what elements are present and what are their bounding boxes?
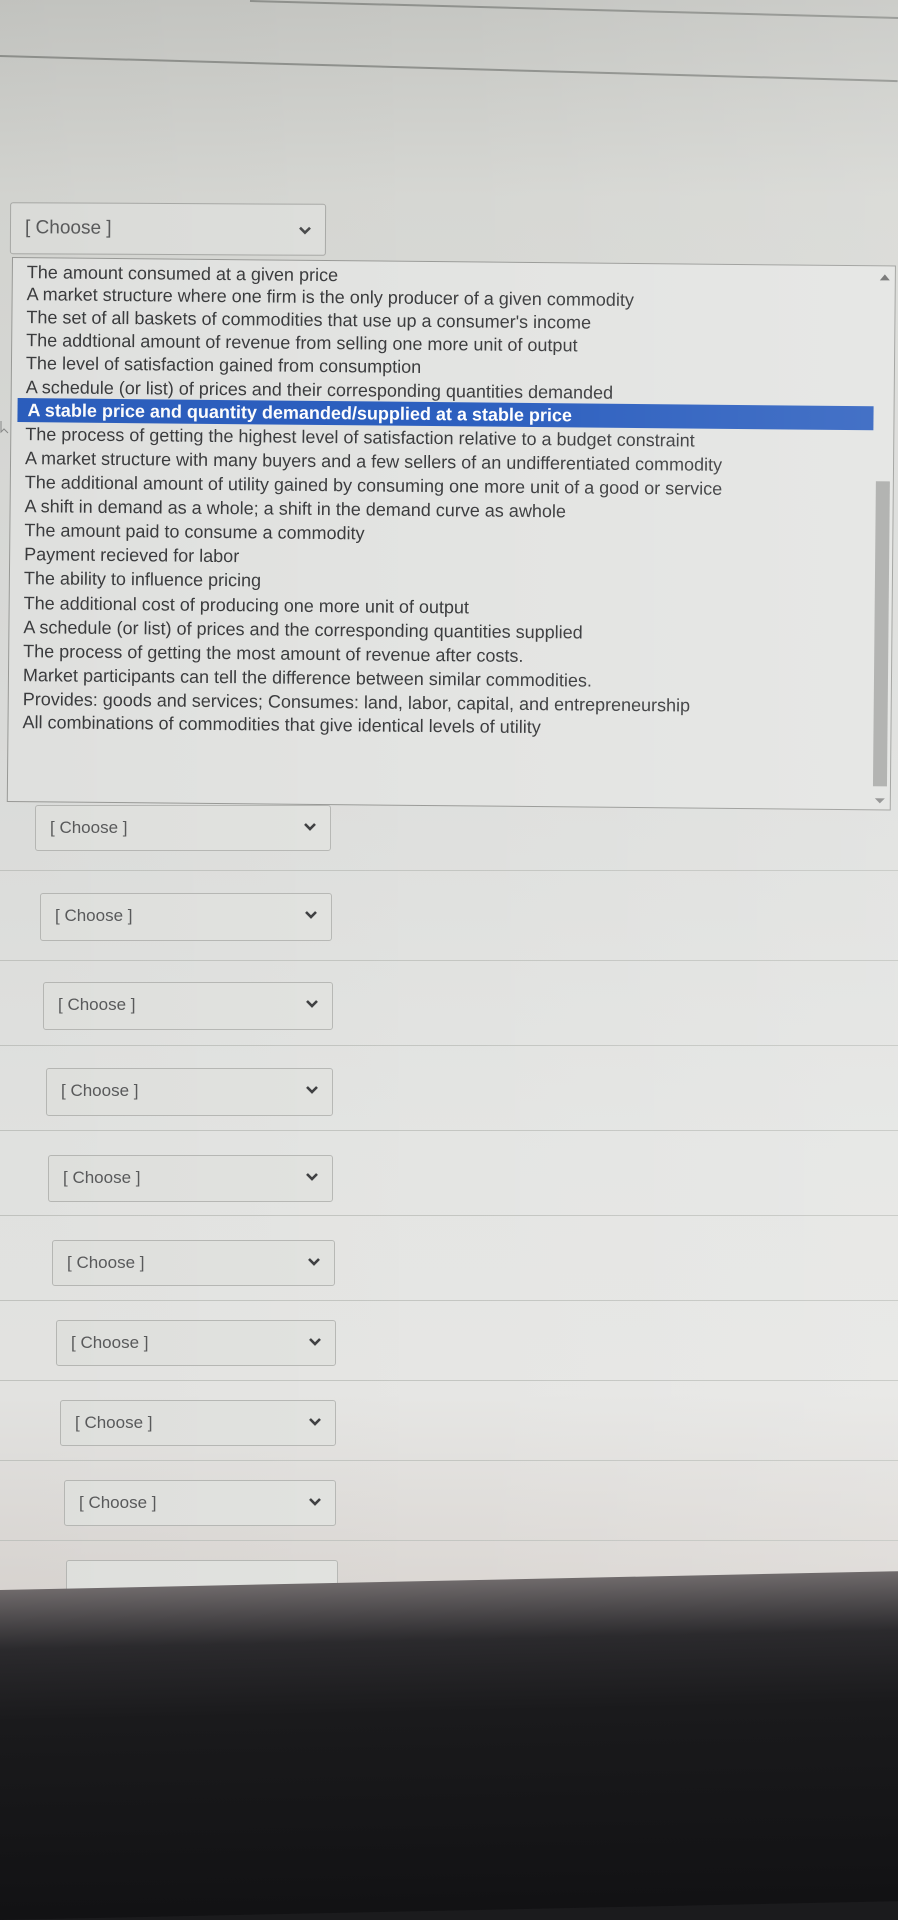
select-options-listbox[interactable]: The amount consumed at a given price A m… <box>6 257 896 811</box>
select-placeholder: [ Choose ] <box>24 217 112 239</box>
row-divider <box>0 870 898 871</box>
matching-select-2[interactable]: [ Choose ] <box>35 805 331 851</box>
select-placeholder: [ Choose ] <box>55 906 133 925</box>
page-divider <box>249 0 898 21</box>
chevron-down-icon <box>309 1418 321 1426</box>
select-option[interactable]: The amount paid to consume a commodity <box>24 518 364 545</box>
chevron-down-icon <box>299 226 311 235</box>
matching-select-8[interactable]: [ Choose ] <box>56 1320 336 1366</box>
select-option[interactable]: All combinations of commodities that giv… <box>22 710 540 739</box>
scroll-down-arrow-icon[interactable] <box>874 798 885 804</box>
matching-select-1[interactable]: [ Choose ] <box>9 202 327 256</box>
select-placeholder: [ Choose ] <box>63 1168 141 1187</box>
select-placeholder: [ Choose ] <box>67 1253 145 1272</box>
mouse-cursor-icon <box>0 421 9 434</box>
select-placeholder: [ Choose ] <box>71 1333 149 1352</box>
chevron-down-icon <box>306 1173 318 1181</box>
chevron-down-icon <box>305 911 317 919</box>
select-placeholder: [ Choose ] <box>50 818 128 837</box>
matching-select-5[interactable]: [ Choose ] <box>46 1068 333 1116</box>
chevron-down-icon <box>309 1338 321 1346</box>
matching-select-4[interactable]: [ Choose ] <box>43 982 333 1030</box>
row-divider <box>0 1380 898 1381</box>
row-divider <box>0 1300 898 1301</box>
scrollbar-thumb[interactable] <box>872 481 890 787</box>
monitor-bezel <box>0 1571 898 1920</box>
chevron-down-icon <box>308 1258 320 1266</box>
select-option[interactable]: Payment recieved for labor <box>24 542 239 568</box>
scroll-up-arrow-icon[interactable] <box>879 274 890 281</box>
chevron-down-icon <box>309 1498 321 1506</box>
select-placeholder: [ Choose ] <box>61 1081 139 1100</box>
matching-select-10[interactable]: [ Choose ] <box>64 1480 336 1526</box>
row-divider <box>0 1540 898 1541</box>
select-placeholder: [ Choose ] <box>58 995 136 1014</box>
chevron-down-icon <box>306 1086 318 1094</box>
matching-select-9[interactable]: [ Choose ] <box>60 1400 336 1446</box>
matching-select-7[interactable]: [ Choose ] <box>52 1240 335 1286</box>
select-placeholder: [ Choose ] <box>79 1493 157 1512</box>
matching-select-6[interactable]: [ Choose ] <box>48 1155 333 1202</box>
row-divider <box>0 1130 898 1131</box>
select-placeholder: [ Choose ] <box>75 1413 153 1432</box>
row-divider <box>0 1460 898 1461</box>
page-divider <box>0 55 898 83</box>
browser-screen: [ Choose ] The amount consumed at a give… <box>0 0 898 1640</box>
chevron-down-icon <box>306 1000 318 1008</box>
row-divider <box>0 1215 898 1216</box>
chevron-down-icon <box>304 823 316 831</box>
matching-select-3[interactable]: [ Choose ] <box>40 893 332 941</box>
listbox-scrollbar[interactable] <box>872 266 893 809</box>
row-divider <box>0 1045 898 1046</box>
row-divider <box>0 960 898 961</box>
select-option[interactable]: The ability to influence pricing <box>24 566 261 592</box>
